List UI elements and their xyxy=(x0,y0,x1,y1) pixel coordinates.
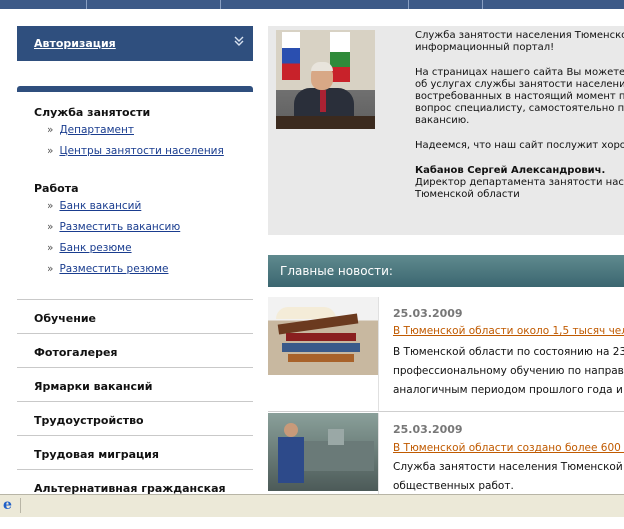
sidebar-menu-top-bar xyxy=(17,86,253,92)
divider xyxy=(17,333,253,334)
welcome-line: Надеемся, что наш сайт послужит хорош xyxy=(415,140,624,151)
divider xyxy=(17,299,253,300)
sidebar-item-department[interactable]: » Департамент xyxy=(47,124,134,136)
director-photo xyxy=(276,30,375,129)
sidebar-item-post-vacancy[interactable]: » Разместить вакансию xyxy=(47,221,180,233)
news-column-divider xyxy=(378,297,379,411)
welcome-line: вопрос специалисту, самостоятельно про xyxy=(415,103,624,114)
news-title-link[interactable]: В Тюменской области около 1,5 тысяч чело… xyxy=(393,325,624,337)
status-pane xyxy=(20,498,621,513)
menu-item-employment[interactable]: Трудоустройство xyxy=(34,414,144,427)
signature-role: Тюменской области xyxy=(415,189,520,200)
welcome-line: На страницах нашего сайта Вы можете о xyxy=(415,67,624,78)
divider xyxy=(17,367,253,368)
auth-link[interactable]: Авторизация xyxy=(34,37,116,50)
welcome-line: об услугах службы занятости населения, xyxy=(415,79,624,90)
top-nav-strip xyxy=(0,0,624,10)
news-summary-line: Служба занятости населения Тюменской обл xyxy=(393,461,624,473)
sidebar-item-employment-centers[interactable]: » Центры занятости населения xyxy=(47,145,224,157)
divider xyxy=(17,435,253,436)
news-date: 25.03.2009 xyxy=(393,307,463,320)
welcome-line: Служба занятости населения Тюменской xyxy=(415,30,624,41)
browser-status-bar: e xyxy=(0,494,624,517)
menu-item-labor-migration[interactable]: Трудовая миграция xyxy=(34,448,159,461)
menu-item-photo-gallery[interactable]: Фотогалерея xyxy=(34,346,117,359)
news-title-link[interactable]: В Тюменской области создано более 600 вр… xyxy=(393,442,624,454)
divider xyxy=(17,401,253,402)
signature-name: Кабанов Сергей Александрович. xyxy=(415,165,606,176)
news-image-books[interactable] xyxy=(268,297,378,375)
news-summary: В Тюменской области по состоянию на 23 м… xyxy=(393,343,624,400)
signature-role: Директор департамента занятости насел xyxy=(415,177,624,188)
news-summary-line: аналогичным периодом прошлого года и сос… xyxy=(393,384,624,396)
menu-item-training[interactable]: Обучение xyxy=(34,312,96,325)
welcome-panel: Служба занятости населения Тюменской инф… xyxy=(268,26,624,235)
news-summary-line: профессиональному обучению по направлен xyxy=(393,365,624,377)
welcome-line: информационный портал! xyxy=(415,42,555,53)
welcome-text: Служба занятости населения Тюменской инф… xyxy=(415,30,624,214)
welcome-line: вакансию. xyxy=(415,115,470,126)
divider xyxy=(17,469,253,470)
section-title-employment-service: Служба занятости xyxy=(34,106,151,119)
ie-page-icon: e xyxy=(3,497,12,513)
news-header-title: Главные новости: xyxy=(280,264,393,278)
divider xyxy=(268,411,624,412)
menu-item-job-fairs[interactable]: Ярмарки вакансий xyxy=(34,380,152,393)
news-summary-line: В Тюменской области по состоянию на 23 м… xyxy=(393,346,624,358)
news-column-divider xyxy=(378,413,379,494)
auth-panel[interactable]: Авторизация xyxy=(17,26,253,61)
section-title-work: Работа xyxy=(34,182,79,195)
news-image-factory[interactable] xyxy=(268,413,378,491)
sidebar-item-resume-bank[interactable]: » Банк резюме xyxy=(47,242,132,254)
sidebar-item-post-resume[interactable]: » Разместить резюме xyxy=(47,263,168,275)
news-item: 25.03.2009 В Тюменской области около 1,5… xyxy=(268,297,624,413)
expand-chevron-icon[interactable] xyxy=(233,35,245,47)
news-summary: Служба занятости населения Тюменской обл… xyxy=(393,458,624,496)
news-date: 25.03.2009 xyxy=(393,423,463,436)
sidebar-item-vacancy-bank[interactable]: » Банк вакансий xyxy=(47,200,141,212)
welcome-line: востребованных в настоящий момент про xyxy=(415,91,624,102)
news-header-bar: Главные новости: xyxy=(268,255,624,287)
